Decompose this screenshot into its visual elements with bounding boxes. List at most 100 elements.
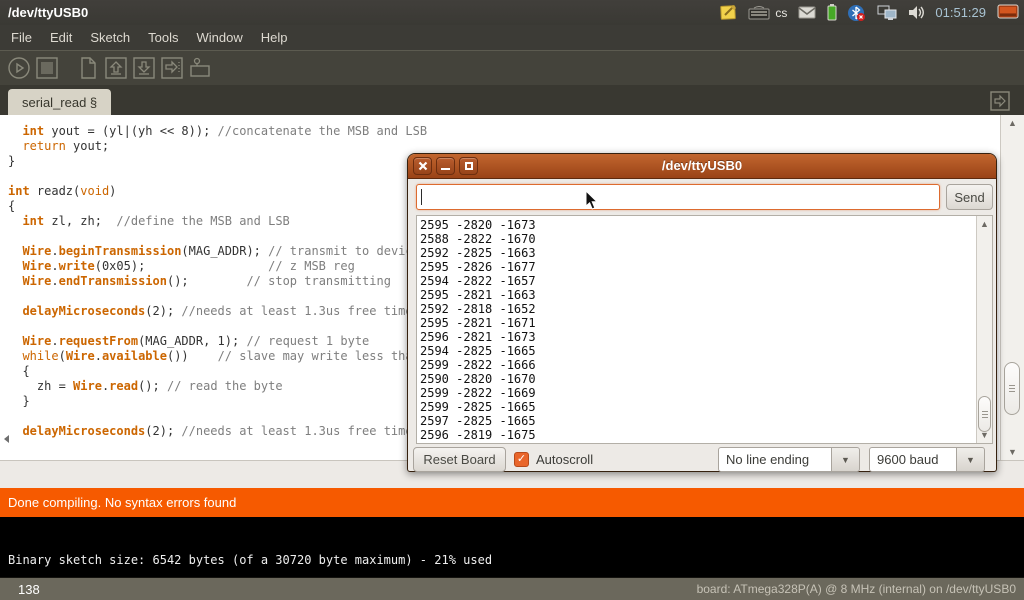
screen: /dev/ttyUSB0 cs — [0, 0, 1024, 600]
serial-output-line: 2599 -2822 -1669 — [420, 386, 536, 400]
serial-output-line: 2588 -2822 -1670 — [420, 232, 536, 246]
code-line: int yout = (yl|(yh << 8)); //concatenate… — [8, 124, 427, 139]
serial-output[interactable]: 2595 -2820 -16732588 -2822 -16702592 -28… — [420, 218, 536, 442]
volume-icon[interactable] — [908, 5, 924, 20]
check-icon: ✓ — [517, 453, 526, 465]
code-line: zh = Wire.read(); // read the byte — [8, 379, 427, 394]
system-tray: cs 01:5 — [720, 0, 1024, 25]
new-sketch-icon[interactable] — [76, 56, 100, 80]
line-ending-dropdown-icon[interactable]: ▼ — [832, 447, 860, 472]
serial-monitor-title: /dev/ttyUSB0 — [408, 158, 996, 173]
code-line — [8, 169, 427, 184]
ide-toolbar — [0, 50, 1024, 85]
ide-statusbar: 138 board: ATmega328P(A) @ 8 MHz (intern… — [0, 577, 1024, 600]
baud-rate-value: 9600 baud — [877, 452, 938, 467]
scroll-up-icon[interactable]: ▲ — [1001, 118, 1024, 128]
tab-label: serial_read § — [22, 95, 97, 110]
note-icon[interactable] — [720, 4, 737, 21]
serial-output-line: 2596 -2821 -1673 — [420, 330, 536, 344]
baud-rate-select[interactable]: 9600 baud — [869, 447, 957, 472]
open-icon[interactable] — [104, 56, 128, 80]
code-line: int zl, zh; //define the MSB and LSB — [8, 214, 427, 229]
upload-icon[interactable] — [160, 56, 184, 80]
compile-status-bar: Done compiling. No syntax errors found — [0, 488, 1024, 517]
serial-input[interactable] — [416, 184, 940, 210]
compile-status-message: Done compiling. No syntax errors found — [8, 495, 236, 510]
code-line: while(Wire.available()) // slave may wri… — [8, 349, 427, 364]
code-line: } — [8, 154, 427, 169]
clock[interactable]: 01:51:29 — [935, 5, 986, 20]
serial-output-line: 2595 -2820 -1673 — [420, 218, 536, 232]
network-icon[interactable] — [877, 5, 897, 21]
mail-icon[interactable] — [798, 6, 816, 19]
serial-output-line: 2595 -2821 -1663 — [420, 288, 536, 302]
save-icon[interactable] — [132, 56, 156, 80]
scroll-up-icon[interactable]: ▲ — [977, 219, 992, 229]
code-line — [8, 409, 427, 424]
menu-item-tools[interactable]: Tools — [139, 26, 187, 49]
code-line: } — [8, 394, 427, 409]
code-area[interactable]: int yout = (yl|(yh << 8)); //concatenate… — [8, 124, 427, 439]
stop-icon[interactable] — [35, 56, 59, 80]
battery-icon[interactable] — [827, 4, 837, 21]
code-line: Wire.requestFrom(MAG_ADDR, 1); // reques… — [8, 334, 427, 349]
serial-output-line: 2596 -2819 -1675 — [420, 428, 536, 442]
serial-monitor-titlebar[interactable]: /dev/ttyUSB0 — [408, 154, 996, 179]
code-line: Wire.beginTransmission(MAG_ADDR); // tra… — [8, 244, 427, 259]
send-button[interactable]: Send — [946, 184, 993, 210]
serial-output-line: 2595 -2821 -1671 — [420, 316, 536, 330]
autoscroll-checkbox[interactable]: ✓ — [514, 452, 529, 467]
code-line: delayMicroseconds(2); //needs at least 1… — [8, 304, 427, 319]
baud-dropdown-icon[interactable]: ▼ — [957, 447, 985, 472]
session-icon[interactable] — [997, 4, 1019, 21]
menu-item-window[interactable]: Window — [187, 26, 251, 49]
bluetooth-icon[interactable] — [848, 4, 866, 22]
top-panel: /dev/ttyUSB0 cs — [0, 0, 1024, 25]
serial-output-line: 2599 -2822 -1666 — [420, 358, 536, 372]
text-caret — [421, 189, 422, 205]
autoscroll-label: Autoscroll — [536, 452, 593, 467]
code-line: delayMicroseconds(2); //needs at least 1… — [8, 424, 427, 439]
console-output: Binary sketch size: 6542 bytes (of a 307… — [8, 553, 492, 567]
code-line: Wire.endTransmission(); // stop transmit… — [8, 274, 427, 289]
code-line: { — [8, 199, 427, 214]
serial-output-line: 2590 -2820 -1670 — [420, 372, 536, 386]
scroll-down-icon[interactable]: ▼ — [1001, 447, 1024, 457]
tab-bar: serial_read § — [0, 85, 1024, 115]
line-number-indicator: 138 — [0, 582, 40, 597]
verify-icon[interactable] — [7, 56, 31, 80]
code-line — [8, 289, 427, 304]
menu-bar: FileEditSketchToolsWindowHelp — [0, 25, 1024, 50]
serial-output-line: 2592 -2825 -1663 — [420, 246, 536, 260]
new-tab-icon[interactable] — [990, 91, 1010, 116]
serial-output-line: 2594 -2822 -1657 — [420, 274, 536, 288]
reset-board-button[interactable]: Reset Board — [413, 447, 506, 472]
line-ending-select[interactable]: No line ending — [718, 447, 832, 472]
menu-item-help[interactable]: Help — [252, 26, 297, 49]
serial-output-line: 2594 -2825 -1665 — [420, 344, 536, 358]
code-line: { — [8, 364, 427, 379]
serial-monitor-icon[interactable] — [188, 56, 212, 80]
serial-output-line: 2592 -2818 -1652 — [420, 302, 536, 316]
serial-scroll-thumb[interactable] — [978, 396, 991, 432]
serial-output-line: 2599 -2825 -1665 — [420, 400, 536, 414]
editor-scroll-thumb[interactable] — [1004, 362, 1020, 415]
serial-vscrollbar[interactable]: ▲ ▼ — [976, 216, 992, 443]
serial-output-panel[interactable]: 2595 -2820 -16732588 -2822 -16702592 -28… — [416, 215, 993, 444]
keyboard-layout-icon[interactable] — [748, 6, 770, 20]
scroll-down-icon[interactable]: ▼ — [977, 430, 992, 440]
code-line: int readz(void) — [8, 184, 427, 199]
menu-item-edit[interactable]: Edit — [41, 26, 81, 49]
serial-monitor-window: /dev/ttyUSB0 Send 2595 -2820 -16732588 -… — [407, 153, 997, 472]
code-line — [8, 319, 427, 334]
editor-vscrollbar[interactable]: ▲ ▼ — [1000, 115, 1024, 460]
tab-serial-read[interactable]: serial_read § — [8, 89, 111, 115]
hscroll-left-arrow-icon[interactable] — [4, 435, 9, 443]
keyboard-layout-label[interactable]: cs — [775, 6, 787, 20]
mouse-cursor — [585, 190, 601, 212]
menu-item-sketch[interactable]: Sketch — [81, 26, 139, 49]
line-ending-value: No line ending — [726, 452, 809, 467]
serial-output-line: 2597 -2825 -1665 — [420, 414, 536, 428]
menu-item-file[interactable]: File — [2, 26, 41, 49]
code-line: Wire.write(0x05); // z MSB reg — [8, 259, 427, 274]
